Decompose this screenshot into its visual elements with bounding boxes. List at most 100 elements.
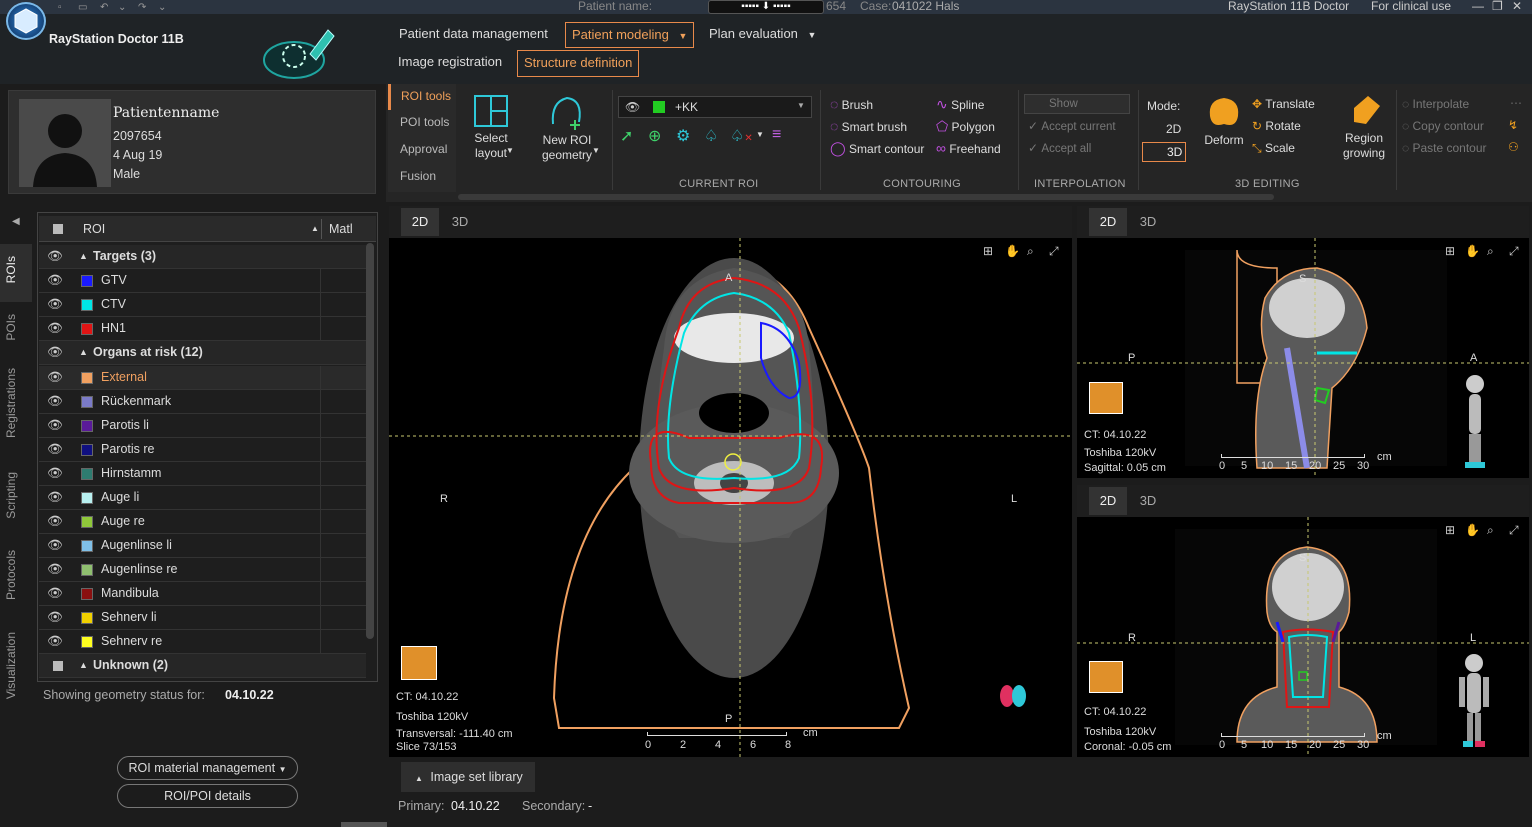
rail-tab-protocols[interactable]: Protocols: [4, 550, 28, 600]
select-all-checkbox[interactable]: [53, 224, 63, 234]
close-icon[interactable]: ✕: [1512, 0, 1522, 13]
tab-poi-tools[interactable]: POI tools: [388, 110, 454, 136]
minimize-icon[interactable]: —: [1472, 0, 1484, 13]
tab-image-registration[interactable]: Image registration: [392, 50, 508, 74]
roi-color-swatch[interactable]: [81, 612, 93, 624]
col-header-matl[interactable]: Matl: [329, 216, 353, 242]
roi-color-swatch[interactable]: [81, 275, 93, 287]
eye-icon[interactable]: 👁: [47, 582, 63, 600]
tab-approval[interactable]: Approval: [388, 137, 454, 163]
chevron-down-icon[interactable]: ▼: [756, 130, 764, 139]
current-roi-select[interactable]: 👁 +KK ▼: [618, 96, 812, 118]
tab-fusion[interactable]: Fusion: [388, 164, 454, 190]
roi-row[interactable]: 👁 Auge re: [39, 510, 366, 534]
roi-material-management-button[interactable]: ROI material management ▼: [117, 756, 298, 780]
roi-group-header[interactable]: ▲ Unknown (2): [39, 654, 366, 678]
accept-all-button[interactable]: ✓ Accept all: [1028, 140, 1091, 157]
gear-icon[interactable]: ⚙: [676, 126, 690, 146]
deform-button[interactable]: Deform: [1198, 94, 1250, 164]
delete-contour-icon[interactable]: ♤✕: [730, 126, 753, 146]
roi-color-swatch[interactable]: [81, 516, 93, 528]
eye-icon[interactable]: 👁: [47, 366, 63, 384]
roi-group-header[interactable]: 👁 ▲ Organs at risk (12): [39, 341, 366, 365]
eye-icon[interactable]: 👁: [47, 438, 63, 456]
patient-selector-button[interactable]: ▪▪▪▪▪ ⬇ ▪▪▪▪▪: [708, 0, 824, 14]
roi-row[interactable]: 👁 Parotis li: [39, 414, 366, 438]
roi-row[interactable]: 👁 Sehnerv li: [39, 606, 366, 630]
main-viewport[interactable]: A P R L ⊞ ✋ ⌕ ⤢ CT: 04.10.22 Toshiba 120…: [389, 238, 1072, 757]
rail-tab-scripting[interactable]: Scripting: [4, 472, 28, 519]
collapse-icon[interactable]: ◀: [12, 216, 20, 227]
eye-icon[interactable]: 👁: [47, 534, 63, 552]
roi-row[interactable]: 👁 Rückenmark: [39, 390, 366, 414]
tab-3d[interactable]: 3D: [1129, 208, 1167, 236]
new-roi-geometry-button[interactable]: New ROI geometry ▼: [532, 94, 602, 176]
eye-icon[interactable]: 👁: [47, 510, 63, 528]
ribbon-scrollbar[interactable]: [458, 194, 1274, 200]
sagittal-viewport[interactable]: S P A ⊞ ✋ ⌕ ⤢ CT: 04.10.22 Toshiba 120kV…: [1077, 238, 1529, 478]
merge-icon[interactable]: ≡: [772, 126, 781, 144]
eye-icon[interactable]: 👁: [47, 606, 63, 624]
zoom-icon[interactable]: ⌕: [1487, 244, 1494, 259]
redo-icon[interactable]: ↷: [138, 1, 146, 14]
roi-row[interactable]: 👁 Sehnerv re: [39, 630, 366, 654]
save-icon[interactable]: ▫: [58, 1, 62, 14]
roi-row[interactable]: 👁 Auge li: [39, 486, 366, 510]
tab-patient-data-management[interactable]: Patient data management: [393, 22, 554, 46]
region-growing-button[interactable]: Region growing: [1336, 94, 1392, 174]
translate-button[interactable]: ✥ Translate: [1252, 96, 1315, 112]
roi-color-swatch[interactable]: [81, 323, 93, 335]
edit-icon[interactable]: ↯: [1508, 118, 1518, 132]
roi-row[interactable]: 👁 GTV: [39, 269, 366, 293]
roi-row[interactable]: 👁 Augenlinse li: [39, 534, 366, 558]
more-tools-icon[interactable]: ⋯: [1510, 96, 1522, 110]
tab-patient-modeling[interactable]: Patient modeling ▼: [565, 22, 695, 48]
roi-row[interactable]: 👁 Hirnstamm: [39, 462, 366, 486]
collapse-icon[interactable]: ▲: [79, 654, 88, 677]
roi-row[interactable]: 👁 Parotis re: [39, 438, 366, 462]
coronal-viewport[interactable]: S R L ⊞ ✋ ⌕ ⤢ CT: 04.10.22 Toshiba 120kV…: [1077, 517, 1529, 757]
select-layout-button[interactable]: Select layout ▼: [462, 94, 520, 176]
zoom-icon[interactable]: ⌕: [1027, 244, 1034, 259]
roi-color-swatch[interactable]: [81, 420, 93, 432]
interpolate-button[interactable]: ◌ Interpolate: [1402, 96, 1469, 112]
tab-2d[interactable]: 2D: [1089, 487, 1127, 515]
eye-icon[interactable]: 👁: [47, 341, 63, 359]
image-set-library-tab[interactable]: ▲ Image set library: [401, 762, 535, 792]
panel-resize-handle[interactable]: [341, 822, 387, 827]
roi-row[interactable]: 👁 External: [39, 366, 366, 390]
rotate-button[interactable]: ↻ Rotate: [1252, 118, 1301, 134]
tab-roi-tools[interactable]: ROI tools: [388, 84, 454, 110]
roi-group-header[interactable]: 👁 ▲ Targets (3): [39, 245, 366, 269]
eye-icon[interactable]: 👁: [47, 317, 63, 335]
scale-button[interactable]: ⤡ Scale: [1252, 140, 1295, 156]
rail-tab-pois[interactable]: POIs: [4, 314, 28, 341]
checkbox[interactable]: [53, 661, 63, 671]
roi-color-swatch[interactable]: [81, 372, 93, 384]
roi-color-swatch[interactable]: [81, 588, 93, 600]
ruler-icon[interactable]: ⊞: [1445, 523, 1455, 537]
roi-color-swatch[interactable]: [81, 396, 93, 408]
freehand-tool[interactable]: ∞ Freehand: [936, 140, 1001, 157]
roi-poi-details-button[interactable]: ROI/POI details: [117, 784, 298, 808]
contour-icon[interactable]: ♤: [704, 126, 718, 146]
eye-icon[interactable]: 👁: [47, 630, 63, 648]
roi-color-swatch[interactable]: [81, 540, 93, 552]
mode-3d-button[interactable]: 3D: [1142, 142, 1186, 162]
pan-icon[interactable]: ✋: [1005, 244, 1020, 258]
tab-2d[interactable]: 2D: [401, 208, 439, 236]
restore-icon[interactable]: ❐: [1492, 0, 1503, 13]
roi-color-swatch[interactable]: [81, 564, 93, 576]
polygon-tool[interactable]: ⬠ Polygon: [936, 118, 995, 135]
accept-current-button[interactable]: ✓ Accept current: [1028, 118, 1116, 135]
open-folder-icon[interactable]: ▭: [78, 1, 87, 14]
fullscreen-icon[interactable]: ⤢: [1509, 244, 1519, 259]
eye-icon[interactable]: 👁: [47, 390, 63, 408]
rail-tab-rois[interactable]: ROIs: [4, 256, 28, 283]
eye-icon[interactable]: 👁: [47, 558, 63, 576]
chevron-down-icon[interactable]: ⌄: [158, 1, 166, 14]
eye-icon[interactable]: 👁: [47, 486, 63, 504]
tab-plan-evaluation[interactable]: Plan evaluation ▼: [703, 22, 822, 47]
eye-icon[interactable]: 👁: [47, 245, 63, 263]
roi-scrollbar[interactable]: [366, 243, 374, 639]
